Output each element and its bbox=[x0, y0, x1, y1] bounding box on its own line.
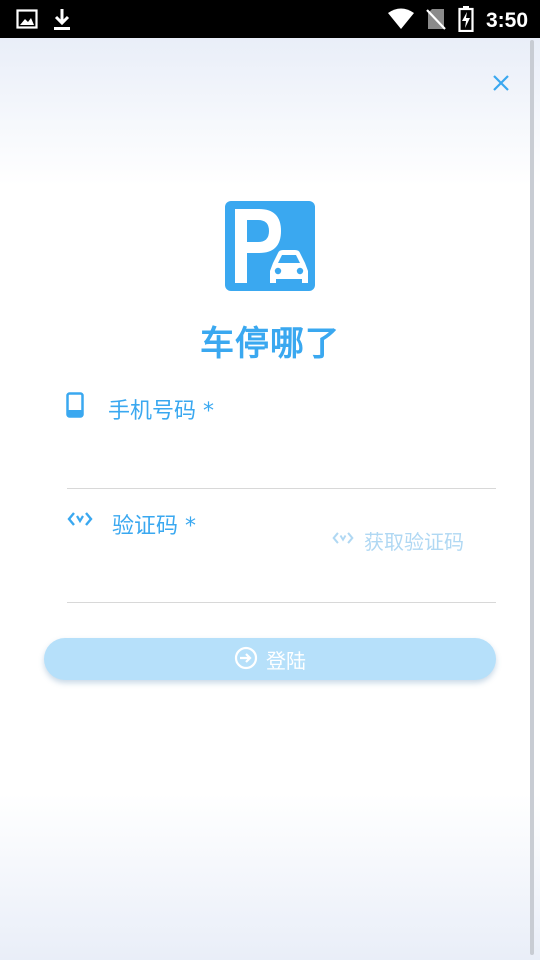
status-bar: 3:50 bbox=[0, 0, 540, 38]
download-icon bbox=[52, 7, 72, 35]
login-screen: 车停哪了 手机号码 * 验证码 * 获取验证码 登陆 bbox=[0, 38, 540, 960]
wifi-icon bbox=[387, 8, 414, 34]
status-time: 3:50 bbox=[485, 9, 528, 32]
close-button[interactable] bbox=[486, 70, 516, 100]
phone-divider bbox=[67, 488, 496, 489]
login-label: 登陆 bbox=[266, 650, 306, 673]
code-label: 验证码 * bbox=[112, 514, 196, 539]
phone-input[interactable] bbox=[67, 440, 496, 484]
login-button[interactable]: 登陆 bbox=[44, 638, 496, 680]
no-sim-icon bbox=[426, 7, 446, 35]
get-code-button[interactable]: 获取验证码 bbox=[332, 525, 464, 555]
code-divider bbox=[67, 602, 496, 603]
login-arrow-icon bbox=[234, 646, 258, 673]
code-icon bbox=[67, 510, 93, 532]
get-code-label: 获取验证码 bbox=[364, 529, 464, 554]
code-input[interactable] bbox=[67, 556, 317, 600]
image-icon bbox=[16, 9, 38, 33]
close-icon bbox=[492, 74, 510, 96]
phone-label: 手机号码 * bbox=[108, 399, 214, 424]
scrollbar[interactable] bbox=[530, 40, 534, 955]
app-title: 车停哪了 bbox=[200, 324, 340, 364]
phone-icon bbox=[66, 392, 84, 422]
battery-charging-icon bbox=[458, 6, 474, 36]
code-icon bbox=[332, 530, 354, 550]
parking-car-logo bbox=[225, 201, 315, 291]
